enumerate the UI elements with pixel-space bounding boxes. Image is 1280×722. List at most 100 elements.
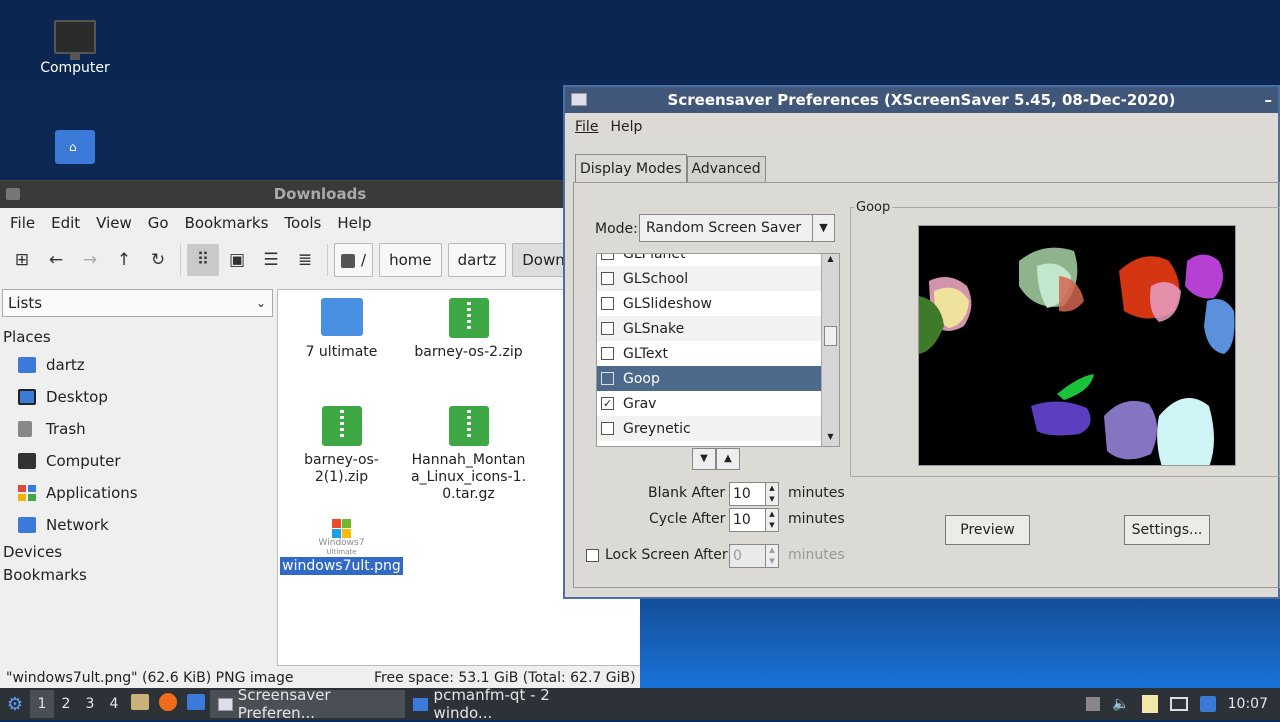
clock[interactable]: 10:07 — [1228, 696, 1268, 712]
scrollbar-thumb[interactable] — [824, 326, 837, 346]
checkbox[interactable] — [601, 254, 614, 260]
sidebar-item-label: Desktop — [46, 388, 108, 406]
screensaver-preview — [918, 225, 1236, 466]
sidebar-item-desktop[interactable]: Desktop — [0, 381, 275, 413]
folder-icon — [6, 188, 20, 200]
lock-after-spinner[interactable]: 0 ▲ ▼ — [729, 544, 779, 568]
list-scrollbar[interactable]: ▲ ▼ — [821, 254, 839, 446]
volume-icon[interactable]: 🔈 — [1112, 696, 1129, 712]
file-item-folder[interactable]: 7 ultimate — [279, 298, 404, 361]
window-title: Screensaver Preferences (XScreenSaver 5.… — [667, 91, 1176, 109]
menu-bookmarks[interactable]: Bookmarks — [177, 214, 277, 232]
file-manager-launcher-icon[interactable] — [126, 694, 154, 714]
list-item[interactable]: GLPlanet — [597, 254, 839, 266]
clipboard-icon[interactable] — [1141, 695, 1158, 713]
up-button[interactable]: ↑ — [108, 244, 140, 276]
preview-button[interactable]: Preview — [945, 515, 1030, 545]
firefox-launcher-icon[interactable] — [154, 693, 182, 715]
previous-mode-button[interactable]: ▲ — [716, 448, 740, 470]
checkbox[interactable] — [601, 297, 614, 310]
checkbox[interactable] — [601, 347, 614, 360]
list-item[interactable]: Greynetic — [597, 416, 839, 441]
tab-advanced[interactable]: Advanced — [686, 156, 766, 182]
file-item-zip[interactable]: barney-os-2(1).zip — [279, 406, 404, 486]
taskbar: ⚙ 1 2 3 4 Screensaver Preferen... pcmanf… — [0, 686, 1280, 722]
network-status-icon[interactable] — [1169, 697, 1188, 711]
breadcrumb-root[interactable]: / — [361, 251, 366, 269]
list-item[interactable]: GLText — [597, 341, 839, 366]
menu-tools[interactable]: Tools — [276, 214, 329, 232]
sidebar-item-trash[interactable]: Trash — [0, 413, 275, 445]
checkbox[interactable] — [601, 322, 614, 335]
spinner-arrows-icon[interactable]: ▲ ▼ — [765, 509, 778, 531]
minimize-button[interactable]: – — [1265, 87, 1273, 113]
path-bar-toggle[interactable]: / — [334, 243, 374, 277]
breadcrumb-home[interactable]: home — [379, 243, 442, 277]
windows-logo-icon — [332, 519, 351, 538]
start-menu-icon[interactable]: ⚙ — [0, 694, 30, 715]
forward-button[interactable]: → — [74, 244, 106, 276]
side-pane-mode-select[interactable]: Lists ⌄ — [2, 289, 273, 317]
screensaver-list[interactable]: GLPlanet GLSchool GLSlideshow GLSnake GL… — [596, 253, 840, 447]
file-item-tarball[interactable]: Hannah_Montana_Linux_icons-1.0.tar.gz — [406, 406, 531, 503]
desktop-icon-home[interactable]: ⌂ — [25, 130, 125, 164]
list-item[interactable]: GLSchool — [597, 266, 839, 291]
blank-after-value: 10 — [733, 486, 751, 502]
bookmarks-header[interactable]: Bookmarks — [0, 564, 275, 587]
next-mode-button[interactable]: ▼ — [692, 448, 716, 470]
workspace-2[interactable]: 2 — [54, 696, 78, 712]
sidebar-item-network[interactable]: Network — [0, 509, 275, 541]
lock-screen-checkbox[interactable] — [586, 549, 599, 562]
menu-file[interactable]: File — [2, 214, 43, 232]
mode-select[interactable]: Random Screen Saver ▼ — [639, 214, 835, 242]
sidebar-item-computer[interactable]: Computer — [0, 445, 275, 477]
thumbnail-view-button[interactable]: ▣ — [221, 244, 253, 276]
checkbox[interactable] — [601, 372, 614, 385]
icon-view-button[interactable]: ⠿ — [187, 244, 219, 276]
scroll-down-icon[interactable]: ▼ — [822, 432, 839, 446]
settings-button[interactable]: Settings... — [1124, 515, 1210, 545]
sidebar-item-applications[interactable]: Applications — [0, 477, 275, 509]
screensaver-titlebar[interactable]: Screensaver Preferences (XScreenSaver 5.… — [565, 87, 1278, 113]
menu-help[interactable]: Help — [329, 214, 379, 232]
task-screensaver[interactable]: Screensaver Preferen... — [210, 686, 405, 722]
checkbox[interactable] — [601, 422, 614, 435]
menu-edit[interactable]: Edit — [43, 214, 88, 232]
back-button[interactable]: ← — [40, 244, 72, 276]
spinner-arrows-icon[interactable]: ▲ ▼ — [765, 483, 778, 505]
list-item[interactable]: GLSlideshow — [597, 291, 839, 316]
updates-icon[interactable] — [1199, 696, 1216, 712]
compact-view-button[interactable]: ☰ — [255, 244, 287, 276]
spinner-arrows-icon[interactable]: ▲ ▼ — [765, 545, 778, 567]
blank-after-spinner[interactable]: 10 ▲ ▼ — [729, 482, 779, 506]
menu-help[interactable]: Help — [604, 119, 648, 135]
checkbox[interactable] — [601, 272, 614, 285]
scroll-up-icon[interactable]: ▲ — [822, 254, 839, 268]
workspace-1[interactable]: 1 — [30, 690, 54, 718]
sidebar-item-dartz[interactable]: dartz — [0, 349, 275, 381]
list-item[interactable]: ✓ Grav — [597, 391, 839, 416]
reload-button[interactable]: ↻ — [142, 244, 174, 276]
menu-view[interactable]: View — [88, 214, 140, 232]
breadcrumb-dartz[interactable]: dartz — [447, 243, 507, 277]
list-item[interactable]: GLSnake — [597, 316, 839, 341]
menu-file[interactable]: File — [569, 119, 604, 135]
workspace-4[interactable]: 4 — [102, 696, 126, 712]
task-pcmanfm[interactable]: pcmanfm-qt - 2 windo... — [405, 686, 605, 722]
file-manager-titlebar[interactable]: Downloads — [0, 181, 640, 208]
places-header[interactable]: Places — [0, 326, 275, 349]
new-tab-button[interactable]: ⊞ — [6, 244, 38, 276]
file-item-zip[interactable]: barney-os-2.zip — [406, 298, 531, 361]
list-item-selected[interactable]: Goop — [597, 366, 839, 391]
desktop-launcher-icon[interactable] — [182, 694, 210, 714]
tray-expand-icon[interactable] — [1086, 697, 1101, 711]
devices-header[interactable]: Devices — [0, 541, 275, 564]
tab-display-modes[interactable]: Display Modes — [575, 154, 687, 182]
checkbox-checked[interactable]: ✓ — [601, 397, 614, 410]
menu-go[interactable]: Go — [140, 214, 177, 232]
cycle-after-spinner[interactable]: 10 ▲ ▼ — [729, 508, 779, 532]
detailed-view-button[interactable]: ≣ — [289, 244, 321, 276]
file-item-image[interactable]: Windows7 Ultimate windows7ult.png — [279, 514, 404, 576]
workspace-3[interactable]: 3 — [78, 696, 102, 712]
desktop-icon-computer[interactable]: Computer — [25, 20, 125, 76]
